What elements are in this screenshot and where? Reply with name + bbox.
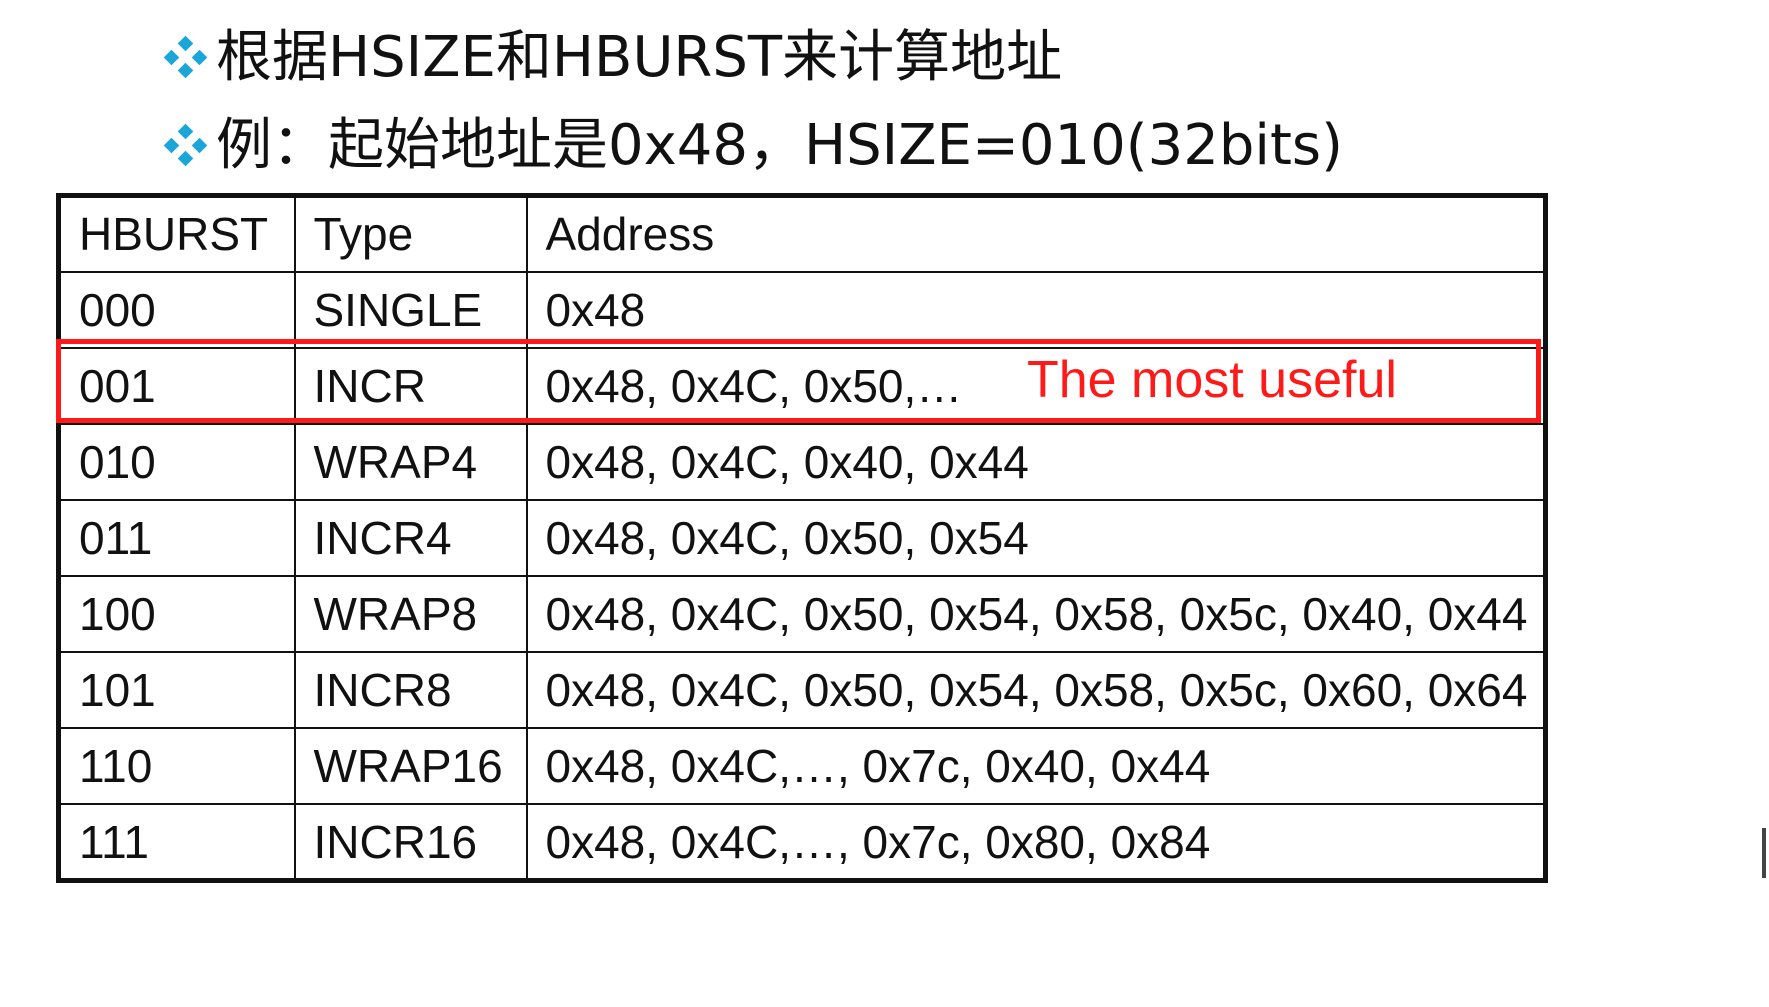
table-row: 110 WRAP16 0x48, 0x4C,…, 0x7c, 0x40, 0x4…: [57, 727, 1547, 806]
bullet-text: 例：起始地址是0x48，HSIZE=010(32bits): [216, 113, 1343, 178]
cell-address: 0x48, 0x4C, 0x50, 0x54, 0x58, 0x5c, 0x40…: [525, 574, 1547, 654]
cell-hburst: 000: [57, 270, 296, 349]
table-row: 011 INCR4 0x48, 0x4C, 0x50, 0x54: [57, 498, 1547, 578]
table-header-row: HBURST Type Address: [57, 194, 1547, 273]
cell-hburst: 110: [57, 727, 296, 806]
table-row: 111 INCR16 0x48, 0x4C,…, 0x7c, 0x80, 0x8…: [57, 803, 1547, 882]
bullet-example: 例：起始地址是0x48，HSIZE=010(32bits): [162, 102, 1562, 190]
column-header-address: Address: [525, 194, 1547, 273]
table-row: 000 SINGLE 0x48: [57, 270, 1547, 349]
cell-address: 0x48, 0x4C, 0x50, 0x54: [525, 498, 1547, 578]
cell-type: WRAP4: [293, 422, 528, 501]
cell-address: 0x48, 0x4C,…, 0x7c, 0x40, 0x44: [525, 727, 1547, 806]
cell-type: INCR4: [293, 498, 528, 578]
table-row: 010 WRAP4 0x48, 0x4C, 0x40, 0x44: [57, 422, 1547, 501]
cell-hburst: 111: [57, 803, 296, 882]
table-row: 100 WRAP8 0x48, 0x4C, 0x50, 0x54, 0x58, …: [57, 574, 1547, 654]
table-row: 101 INCR8 0x48, 0x4C, 0x50, 0x54, 0x58, …: [57, 651, 1547, 730]
cell-type: WRAP8: [293, 574, 528, 654]
cell-type: INCR: [293, 346, 528, 425]
cell-address: 0x48, 0x4C, 0x40, 0x44: [525, 422, 1547, 501]
cell-type: SINGLE: [293, 270, 528, 349]
cell-address: 0x48: [525, 270, 1547, 349]
bullet-list: 根据HSIZE和HBURST来计算地址 例：起始地址是0x48，HSIZE=01…: [162, 14, 1562, 190]
cell-hburst: 010: [57, 422, 296, 501]
cell-hburst: 001: [57, 346, 296, 425]
column-header-type: Type: [293, 194, 528, 273]
cell-type: INCR8: [293, 651, 528, 730]
cell-hburst: 101: [57, 651, 296, 730]
cell-hburst: 100: [57, 574, 296, 654]
diamond-bullet-icon: [163, 35, 208, 79]
cell-type: INCR16: [293, 803, 528, 882]
bullet-text: 根据HSIZE和HBURST来计算地址: [216, 25, 1063, 90]
cell-address: 0x48, 0x4C, 0x50, 0x54, 0x58, 0x5c, 0x60…: [525, 651, 1547, 730]
hburst-table-container: HBURST Type Address 000 SINGLE 0x48 001 …: [56, 193, 1548, 883]
cell-type: WRAP16: [293, 727, 528, 806]
cell-hburst: 011: [57, 498, 296, 578]
annotation-most-useful: The most useful: [1027, 351, 1397, 409]
bullet-hsize-hburst: 根据HSIZE和HBURST来计算地址: [162, 14, 1562, 102]
column-header-hburst: HBURST: [57, 194, 296, 273]
edge-mark: [1762, 828, 1766, 878]
cell-address: 0x48, 0x4C,…, 0x7c, 0x80, 0x84: [525, 803, 1547, 882]
hburst-address-table: HBURST Type Address 000 SINGLE 0x48 001 …: [56, 193, 1548, 883]
diamond-bullet-icon: [163, 123, 208, 167]
